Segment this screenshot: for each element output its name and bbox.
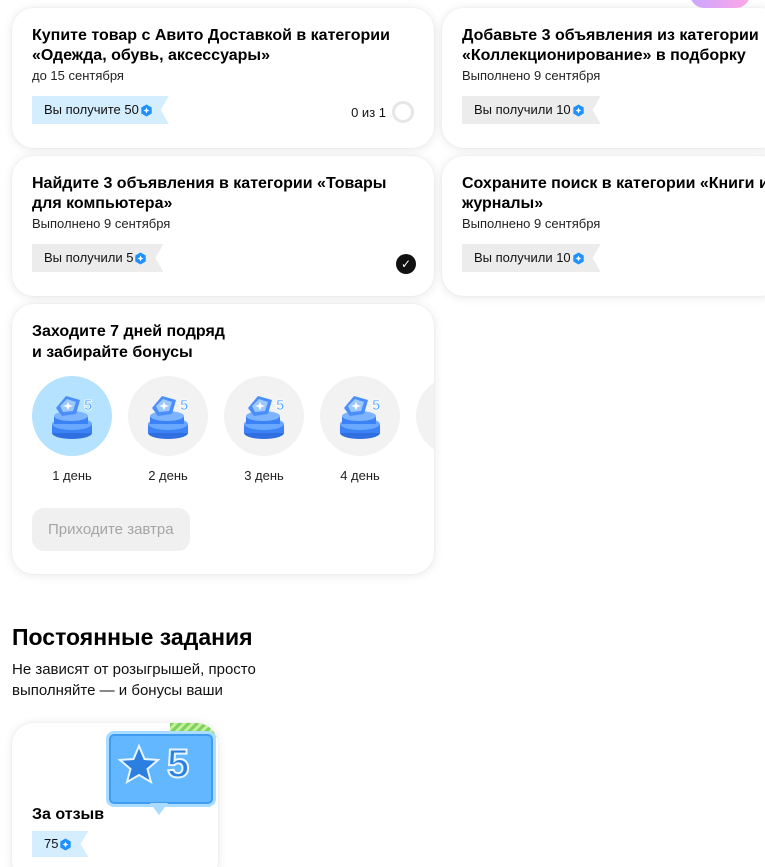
coin-stack-icon: [42, 386, 102, 446]
day-circle: [128, 376, 208, 456]
coin-stack-icon: [330, 386, 390, 446]
day-label: 4 день: [340, 468, 380, 483]
streak-title-line: Заходите 7 дней подряд: [32, 323, 225, 340]
task-completed-date: Выполнено 9 сентября: [32, 216, 171, 231]
day-label: 2 день: [148, 468, 188, 483]
reward-label: Вы получили 5: [44, 250, 134, 265]
reward-label: Вы получите 50: [44, 102, 139, 117]
task-title: Купите товар с Авито Доставкой в категор…: [32, 27, 390, 64]
section-title: Постоянные задания: [12, 624, 253, 650]
reward-badge: 75: [32, 831, 88, 857]
bonus-coin-icon: [572, 104, 585, 117]
bonus-coin-icon: [572, 252, 585, 265]
streak-title: Заходите 7 дней подряд и забирайте бонус…: [32, 322, 225, 363]
reward-badge: Вы получите 50: [32, 96, 169, 124]
review-rating-value: 5: [166, 741, 190, 787]
day-label: 3 день: [244, 468, 284, 483]
reward-label: Вы получили 10: [474, 102, 571, 117]
streak-day-1[interactable]: 1 день: [32, 376, 112, 483]
daily-streak-card: Заходите 7 дней подряд и забирайте бонус…: [12, 304, 434, 574]
review-illustration: 5: [104, 723, 218, 815]
reward-label: Вы получили 10: [474, 250, 571, 265]
streak-day-4[interactable]: 4 день: [320, 376, 400, 483]
come-back-tomorrow-button[interactable]: Приходите завтра: [32, 508, 190, 551]
task-title: Сохраните поиск в категории «Книги и жур…: [462, 175, 765, 212]
streak-day-2[interactable]: 2 день: [128, 376, 208, 483]
check-icon: ✓: [396, 254, 416, 274]
day-circle: [416, 376, 434, 456]
coin-stack-icon: [138, 386, 198, 446]
task-card-delivery[interactable]: Купите товар с Авито Доставкой в категор…: [12, 8, 434, 148]
day-circle: [224, 376, 304, 456]
task-completed-date: Выполнено 9 сентября: [462, 68, 601, 83]
speech-tail-icon: [150, 803, 168, 815]
review-task-title: За отзыв: [32, 806, 105, 823]
progress-ring-icon: [392, 101, 414, 123]
reward-badge: Вы получили 10: [462, 244, 601, 272]
coin-stack-icon: [426, 386, 434, 446]
task-card-collecting[interactable]: Добавьте 3 объявления из категории «Колл…: [442, 8, 765, 148]
star-rating-icon: 5: [106, 731, 216, 807]
streak-day-5-partial[interactable]: [416, 376, 434, 456]
day-circle: [32, 376, 112, 456]
bonus-coin-icon: [59, 838, 72, 851]
bonus-coin-icon: [140, 104, 153, 117]
progress-label: 0 из 1: [351, 104, 386, 120]
day-circle: [320, 376, 400, 456]
task-progress: 0 из 1: [351, 100, 414, 124]
task-deadline: до 15 сентября: [32, 68, 124, 83]
day-label: 1 день: [52, 468, 92, 483]
task-card-books[interactable]: Сохраните поиск в категории «Книги и жур…: [442, 156, 765, 296]
coin-stack-icon: [234, 386, 294, 446]
reward-badge: Вы получили 10: [462, 96, 601, 124]
bonus-coin-icon: [134, 252, 147, 265]
task-title: Добавьте 3 объявления из категории «Колл…: [462, 27, 759, 64]
promo-sticker-icon: [690, 0, 750, 8]
task-completed-date: Выполнено 9 сентября: [462, 216, 601, 231]
reward-label: 75: [44, 836, 59, 851]
streak-day-3[interactable]: 3 день: [224, 376, 304, 483]
task-card-computer[interactable]: Найдите 3 объявления в категории «Товары…: [12, 156, 434, 296]
streak-title-line: и забирайте бонусы: [32, 344, 193, 361]
section-subtitle: Не зависят от розыгрышей, просто выполня…: [12, 661, 256, 699]
task-title: Найдите 3 объявления в категории «Товары…: [32, 175, 387, 212]
reward-badge: Вы получили 5: [32, 244, 163, 272]
review-task-card[interactable]: 5 За отзыв 75: [12, 723, 218, 867]
